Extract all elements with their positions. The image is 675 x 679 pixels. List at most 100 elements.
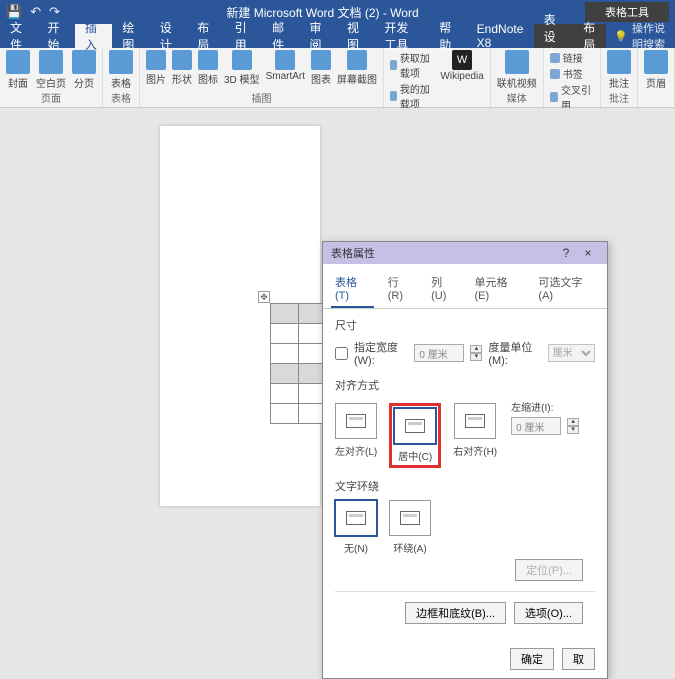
shapes-icon — [172, 50, 192, 70]
align-left-option[interactable]: 左对齐(L) — [335, 403, 377, 468]
ribbon: 封面 空白页 分页 页面 表格 表格 图片 形状 图标 3D 模型 SmartA… — [0, 48, 675, 108]
table-properties-dialog: 表格属性 ? × 表格(T) 行(R) 列(U) 单元格(E) 可选文字(A) … — [322, 241, 608, 679]
smartart-button[interactable]: SmartArt — [266, 50, 305, 82]
cover-page-button[interactable]: 封面 — [6, 50, 30, 90]
comment-button[interactable]: 批注 — [607, 50, 631, 90]
tab-review[interactable]: 审阅 — [300, 24, 337, 48]
link-button[interactable]: 链接 — [550, 50, 594, 65]
wikipedia-button[interactable]: WWikipedia — [440, 50, 483, 82]
group-links: 链接 书签 交叉引用 链接 — [544, 48, 601, 107]
page-break-button[interactable]: 分页 — [72, 50, 96, 90]
dlg-tab-table[interactable]: 表格(T) — [331, 270, 374, 308]
redo-icon[interactable]: ↷ — [49, 4, 60, 20]
screenshot-button[interactable]: 屏幕截图 — [337, 50, 377, 86]
my-addins-button[interactable]: 我的加载项 — [390, 81, 434, 111]
3d-models-button[interactable]: 3D 模型 — [224, 50, 260, 86]
tab-mailings[interactable]: 邮件 — [262, 24, 299, 48]
highlight-annotation: 居中(C) — [389, 403, 441, 468]
group-pages: 封面 空白页 分页 页面 — [0, 48, 103, 107]
tab-draw[interactable]: 绘图 — [112, 24, 149, 48]
group-header: 页眉 — [638, 48, 675, 107]
header-button[interactable]: 页眉 — [644, 50, 668, 90]
tell-me-search[interactable]: 💡 操作说明搜索 — [614, 20, 675, 52]
chart-icon — [311, 50, 331, 70]
wrap-around-option[interactable]: 环绕(A) — [389, 500, 431, 555]
document-table[interactable]: ✥ — [270, 303, 327, 424]
text-wrap-section: 文字环绕 无(N) 环绕(A) 定位(P)... — [335, 478, 595, 581]
smartart-icon — [275, 50, 295, 70]
chart-button[interactable]: 图表 — [311, 50, 331, 86]
dialog-title-bar[interactable]: 表格属性 ? × — [323, 242, 607, 264]
video-icon — [505, 50, 529, 74]
wikipedia-icon: W — [452, 50, 472, 70]
dlg-tab-column[interactable]: 列(U) — [427, 270, 460, 308]
dlg-tab-cell[interactable]: 单元格(E) — [470, 270, 524, 308]
tab-developer[interactable]: 开发工具 — [374, 24, 429, 48]
indent-input[interactable] — [511, 417, 561, 435]
ribbon-tabs: 文件 开始 插入 绘图 设计 布局 引用 邮件 审阅 视图 开发工具 帮助 En… — [0, 24, 675, 48]
dialog-title: 表格属性 — [331, 245, 555, 261]
table-button[interactable]: 表格 — [109, 50, 133, 90]
cancel-button[interactable]: 取 — [562, 648, 595, 670]
screenshot-icon — [347, 50, 367, 70]
width-input — [414, 344, 464, 362]
width-spinner[interactable]: ▴▾ — [470, 345, 482, 361]
document-area: ✥ 表格属性 ? × 表格(T) 行(R) 列(U) 单元格(E) 可选文字(A… — [0, 108, 675, 500]
tab-file[interactable]: 文件 — [0, 24, 37, 48]
close-button[interactable]: × — [577, 246, 599, 260]
contextual-tab-group: 表格工具 — [585, 2, 669, 22]
tab-table-layout[interactable]: 布局 — [573, 24, 606, 48]
cover-page-icon — [6, 50, 30, 74]
unit-select: 厘米 — [548, 344, 595, 362]
tab-endnote[interactable]: EndNote X8 — [467, 24, 534, 48]
3d-icon — [232, 50, 252, 70]
dialog-tabs: 表格(T) 行(R) 列(U) 单元格(E) 可选文字(A) — [323, 264, 607, 309]
tab-table-design[interactable]: 表设计 — [534, 24, 574, 48]
ok-button[interactable]: 确定 — [510, 648, 554, 670]
tab-design[interactable]: 设计 — [150, 24, 187, 48]
comment-icon — [607, 50, 631, 74]
borders-shading-button[interactable]: 边框和底纹(B)... — [405, 602, 506, 624]
group-tables: 表格 表格 — [103, 48, 140, 107]
picture-icon — [146, 50, 166, 70]
tab-help[interactable]: 帮助 — [429, 24, 466, 48]
bulb-icon: 💡 — [614, 30, 628, 43]
blank-page-icon — [39, 50, 63, 74]
preferred-width-checkbox[interactable] — [335, 347, 348, 360]
group-comments: 批注 批注 — [601, 48, 638, 107]
icons-button[interactable]: 图标 — [198, 50, 218, 86]
get-addins-button[interactable]: 获取加载项 — [390, 50, 434, 80]
icons-icon — [198, 50, 218, 70]
dlg-tab-alt[interactable]: 可选文字(A) — [534, 270, 599, 308]
header-icon — [644, 50, 668, 74]
online-video-button[interactable]: 联机视频 — [497, 50, 537, 90]
positioning-button: 定位(P)... — [515, 559, 583, 581]
tab-insert[interactable]: 插入 — [75, 24, 112, 48]
window-title: 新建 Microsoft Word 文档 (2) - Word — [60, 4, 585, 21]
save-icon[interactable]: 💾 — [6, 4, 22, 20]
align-center-option[interactable]: 居中(C) — [394, 408, 436, 463]
blank-page-button[interactable]: 空白页 — [36, 50, 66, 90]
tab-references[interactable]: 引用 — [225, 24, 262, 48]
tab-home[interactable]: 开始 — [37, 24, 74, 48]
undo-icon[interactable]: ↶ — [30, 4, 41, 20]
tab-layout[interactable]: 布局 — [187, 24, 224, 48]
indent-spinner[interactable]: ▴▾ — [567, 418, 579, 434]
alignment-section: 对齐方式 左对齐(L) 居中(C) 右对齐(H) 左缩进(I): ▴▾ — [335, 377, 595, 468]
table-move-handle[interactable]: ✥ — [258, 291, 270, 303]
pictures-button[interactable]: 图片 — [146, 50, 166, 86]
group-illustrations: 图片 形状 图标 3D 模型 SmartArt 图表 屏幕截图 插图 — [140, 48, 384, 107]
align-right-option[interactable]: 右对齐(H) — [453, 403, 497, 468]
group-addins: 获取加载项 我的加载项 WWikipedia 加载项 — [384, 48, 491, 107]
group-media: 联机视频 媒体 — [491, 48, 544, 107]
help-button[interactable]: ? — [555, 246, 577, 260]
options-button[interactable]: 选项(O)... — [514, 602, 583, 624]
dlg-tab-row[interactable]: 行(R) — [384, 270, 417, 308]
shapes-button[interactable]: 形状 — [172, 50, 192, 86]
wrap-none-option[interactable]: 无(N) — [335, 500, 377, 555]
quick-access-toolbar: 💾 ↶ ↷ — [6, 4, 60, 20]
size-section: 尺寸 指定宽度(W): ▴▾ 度量单位(M): 厘米 — [335, 317, 595, 367]
bookmark-button[interactable]: 书签 — [550, 66, 594, 81]
tab-view[interactable]: 视图 — [337, 24, 374, 48]
page-break-icon — [72, 50, 96, 74]
